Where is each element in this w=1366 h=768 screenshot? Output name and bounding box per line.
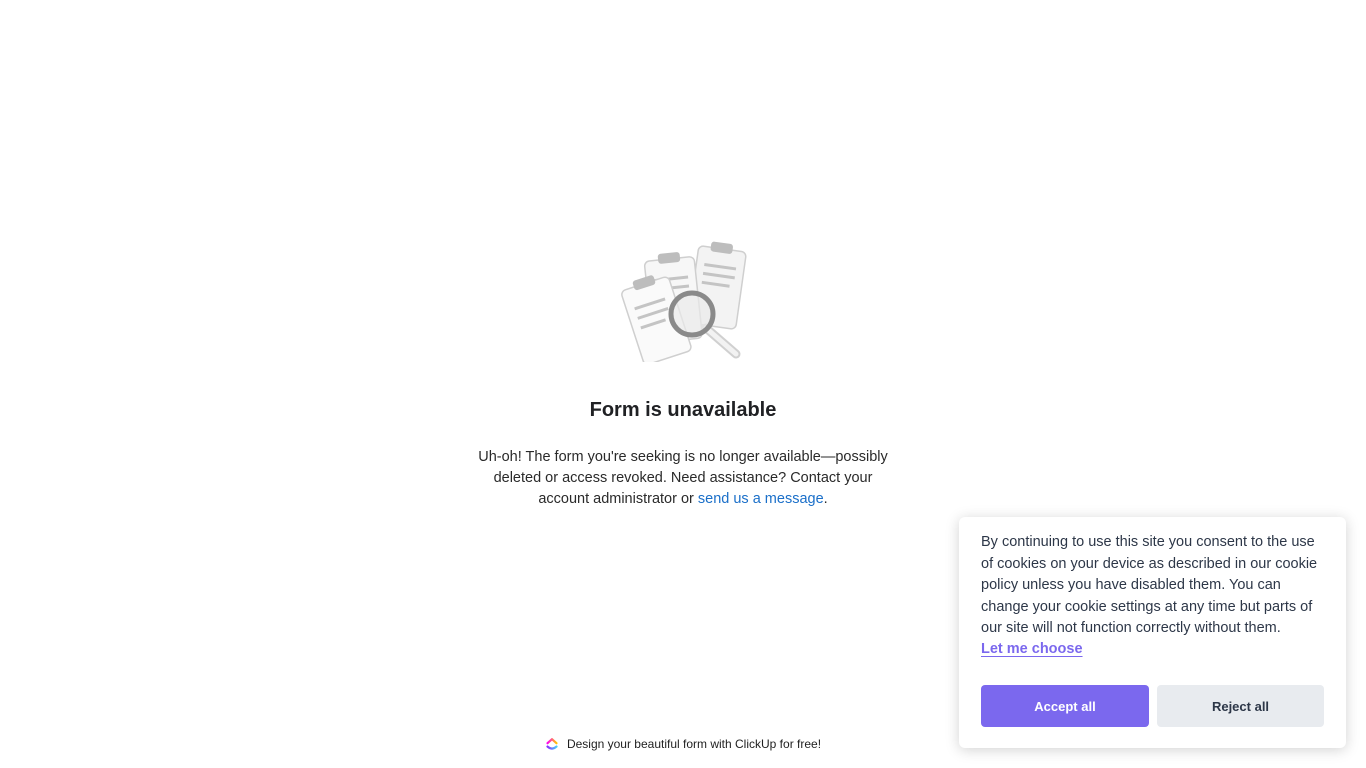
cookie-message: By continuing to use this site you conse…	[981, 534, 1318, 637]
cookie-consent-banner: By continuing to use this site you conse…	[959, 517, 1346, 748]
send-message-link[interactable]: send us a message	[698, 491, 824, 507]
let-me-choose-link[interactable]: Let me choose	[981, 641, 1083, 657]
reject-all-button[interactable]: Reject all	[1157, 685, 1324, 727]
clickup-logo-icon	[545, 737, 559, 751]
accept-all-button[interactable]: Accept all	[981, 685, 1149, 727]
unavailable-description: Uh-oh! The form you're seeking is no lon…	[478, 447, 888, 510]
description-end: .	[823, 490, 828, 507]
clipboards-magnifier-icon	[618, 236, 748, 365]
footer-text[interactable]: Design your beautiful form with ClickUp …	[567, 737, 821, 751]
page-title: Form is unavailable	[589, 399, 777, 421]
